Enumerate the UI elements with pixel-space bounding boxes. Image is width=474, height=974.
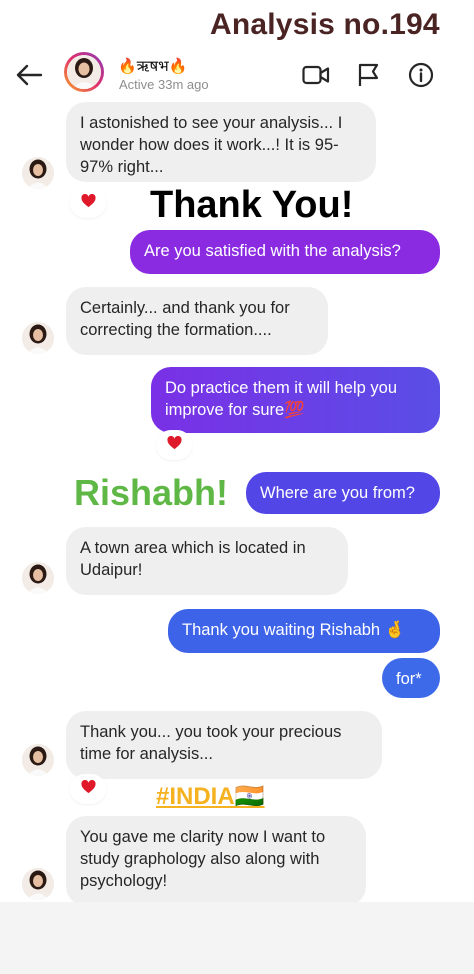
video-call-icon[interactable] [302,62,330,88]
footer-area [0,902,474,974]
heart-reaction[interactable] [158,432,190,458]
back-arrow-icon[interactable] [14,60,44,90]
message-sent[interactable]: Where are you from? [246,472,440,514]
heart-reaction[interactable] [72,776,104,802]
message-received[interactable]: A town area which is located in Udaipur! [66,527,348,595]
message-received[interactable]: You gave me clarity now I want to study … [66,816,366,906]
flag-icon[interactable] [356,62,382,88]
message-received[interactable]: I astonished to see your analysis... I w… [66,102,376,182]
sender-avatar [22,157,54,189]
message-received[interactable]: Thank you... you took your precious time… [66,711,382,779]
sender-avatar [22,868,54,900]
message-thread[interactable]: I astonished to see your analysis... I w… [0,102,474,906]
sender-avatar [22,744,54,776]
india-annotation: #INDIA🇮🇳 [156,783,265,810]
message-sent[interactable]: Do practice them it will help you improv… [151,367,440,433]
sender-avatar [22,562,54,594]
message-sent[interactable]: Thank you waiting Rishabh 🤞 [168,609,440,653]
active-status: Active 33m ago [119,77,209,92]
info-icon[interactable] [408,62,434,88]
heart-icon [166,435,182,455]
message-sent[interactable]: Are you satisfied with the analysis? [130,230,440,274]
heart-icon [80,193,96,213]
rishabh-annotation: Rishabh! [74,472,229,513]
message-sent[interactable]: for* [382,658,440,698]
contact-avatar[interactable] [64,52,104,92]
heart-reaction[interactable] [72,190,104,216]
message-received[interactable]: Certainly... and thank you for correctin… [66,287,328,355]
sender-avatar [22,322,54,354]
thank-you-annotation: Thank You! [150,184,354,226]
heart-icon [80,779,96,799]
contact-name[interactable]: 🔥ऋषभ🔥 [118,56,187,76]
chat-header: 🔥ऋषभ🔥 Active 33m ago [0,48,474,102]
analysis-title-overlay: Analysis no.194 [210,8,440,41]
